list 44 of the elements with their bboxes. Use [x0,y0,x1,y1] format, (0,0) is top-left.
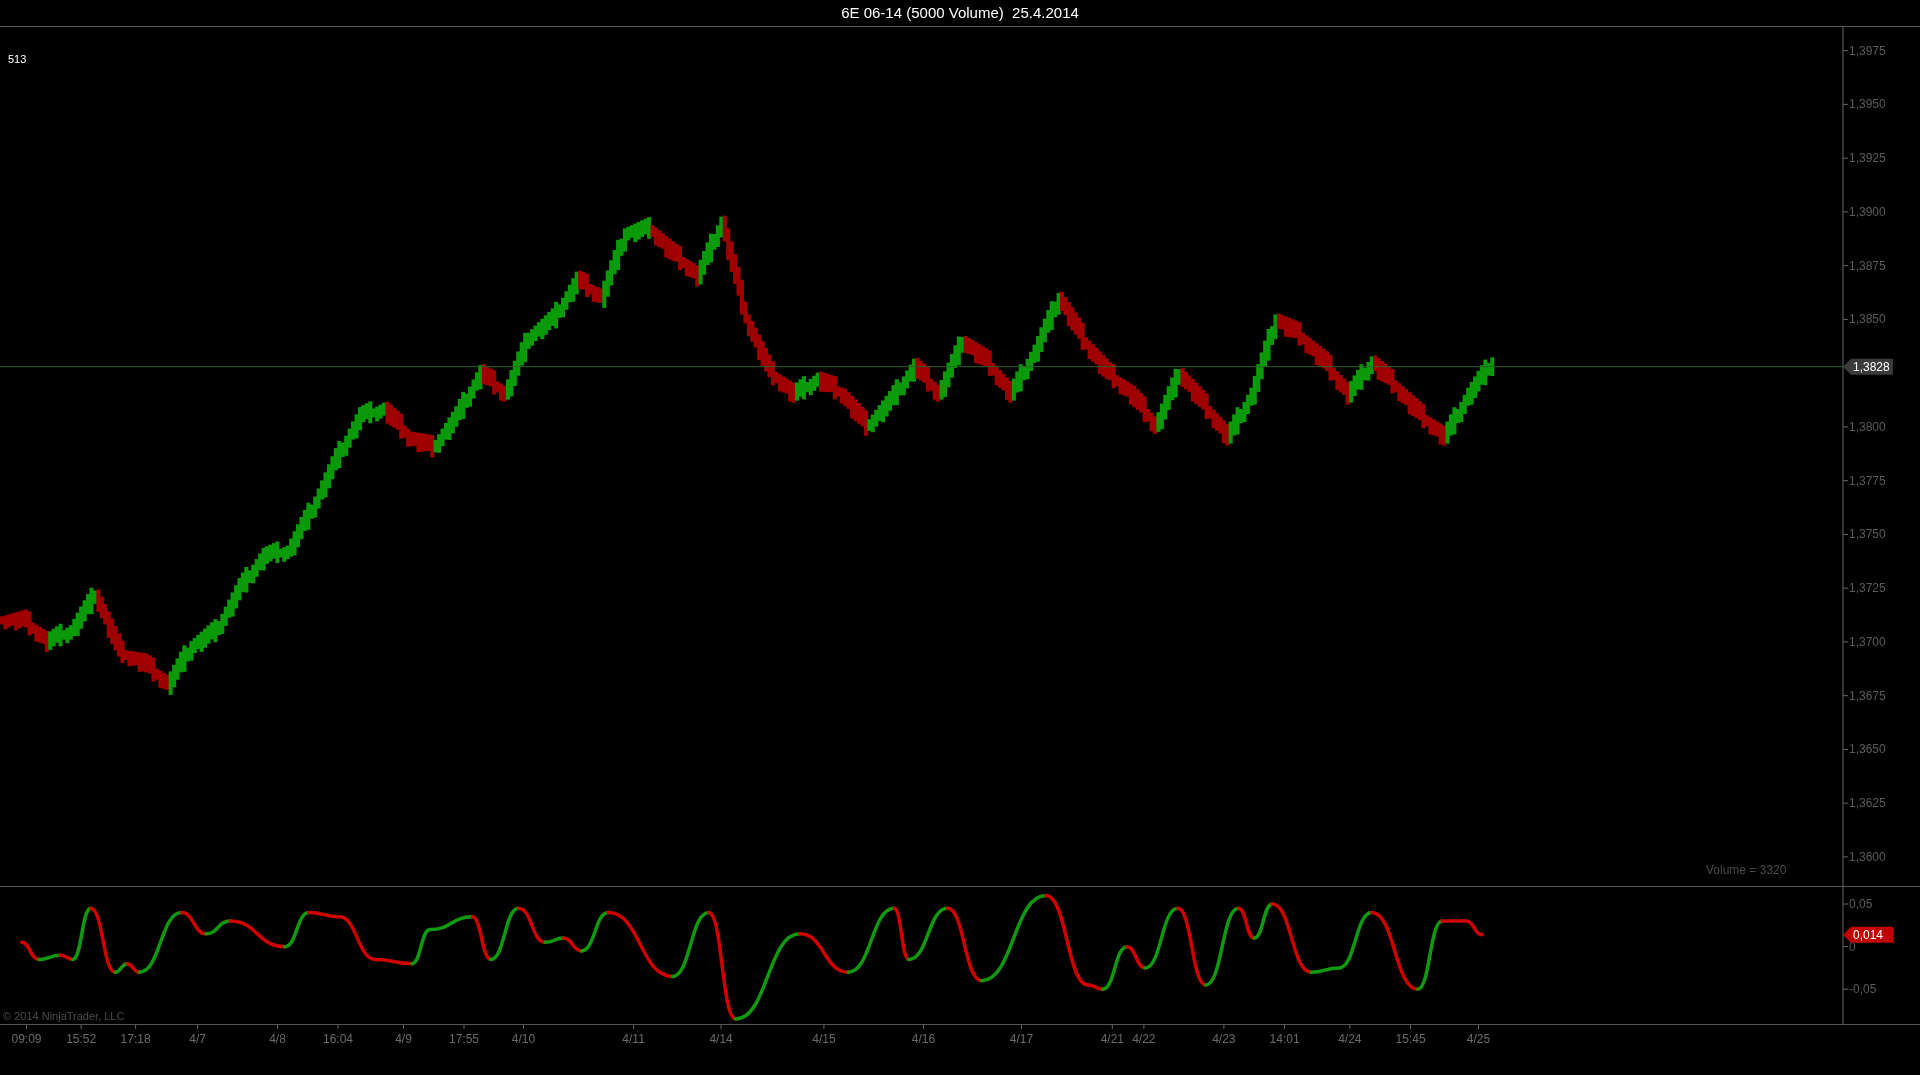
time-tick-label: 4/24 [1338,1025,1362,1046]
price-marker: 1,3828 [1843,358,1893,375]
time-tick-label: 4/17 [1009,1025,1034,1046]
time-tick-label: 09:09 [11,1025,42,1046]
axis-tick-label: 1,3875 [1842,258,1886,273]
window-title: 6E 06-14 (5000 Volume) 25.4.2014 [841,2,1079,23]
axis-tick-label: 1,3675 [1842,688,1886,703]
time-tick-label: 4/16 [911,1025,936,1046]
bar-count-label: 513 [8,52,27,67]
axis-tick-label: 1,3650 [1842,742,1886,757]
axis-tick-label: 1,3750 [1842,527,1886,542]
time-tick-label: 4/14 [709,1025,733,1046]
axis-tick-label: 1,3900 [1842,204,1886,219]
axis-tick-label: 1,3850 [1842,312,1886,327]
axis-tick-label: 1,3600 [1842,849,1886,864]
time-tick-label: 4/11 [622,1025,645,1046]
time-tick-label: 16:04 [323,1025,353,1046]
axis-tick-label: 1,3700 [1842,634,1886,649]
time-tick-label: 17:55 [449,1025,479,1046]
axis-tick-label: 1,3950 [1842,97,1886,112]
value-marker: 0,014 [1843,926,1893,943]
axis-tick-label: 1,3625 [1842,796,1886,811]
time-tick-label: 4/9 [395,1025,412,1046]
axis-tick-label: 1,3925 [1842,151,1886,166]
time-tick-label: 4/10 [511,1025,536,1046]
time-tick-label: 4/22 [1132,1025,1156,1046]
axis-tick-label: 1,3725 [1842,581,1886,596]
axis-tick-label: 1,3775 [1842,473,1886,488]
time-tick-label: 4/8 [269,1025,286,1046]
time-tick-label: 4/25 [1466,1025,1491,1046]
time-tick-label: 4/21 [1100,1025,1124,1046]
time-tick-label: 15:45 [1395,1025,1426,1046]
time-tick-label: 15:52 [66,1025,97,1046]
copyright-text: © 2014 NinjaTrader, LLC [3,1011,125,1022]
axis-tick-label: 1,3800 [1842,419,1886,434]
time-tick-label: 4/7 [189,1025,206,1046]
axis-tick-label: 0,05 [1842,897,1873,912]
time-tick-label: 4/15 [812,1025,836,1046]
axis-tick-label: 1,3975 [1842,43,1886,58]
volume-label: Volume = 3320 [1706,862,1787,879]
time-tick-label: 14:01 [1269,1025,1300,1046]
time-tick-label: 17:18 [120,1025,151,1046]
time-tick-label: 4/23 [1212,1025,1236,1046]
axis-tick-label: -0,05 [1842,982,1877,997]
